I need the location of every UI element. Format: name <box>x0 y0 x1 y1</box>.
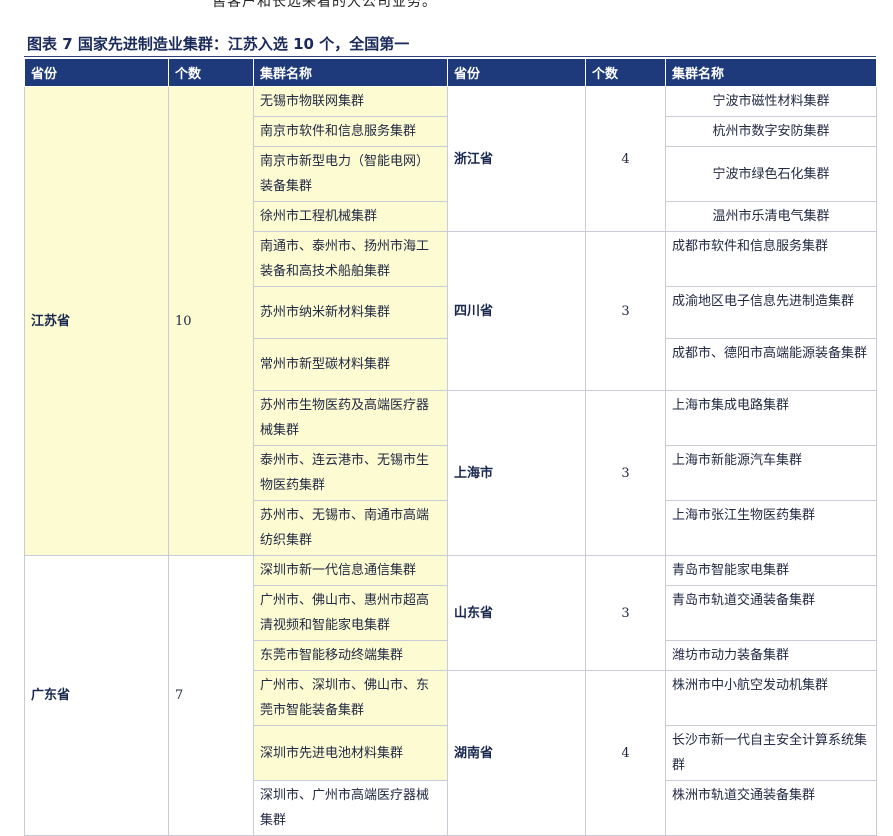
cluster-cell: 宁波市绿色石化集群 <box>665 146 877 202</box>
province-cell: 广东省 <box>24 555 169 836</box>
cluster-cell: 上海市张江生物医药集群 <box>665 500 877 556</box>
cluster-cell: 广州市、深圳市、佛山市、东莞市智能装备集群 <box>253 670 448 726</box>
cluster-cell: 苏州市生物医药及高端医疗器械集群 <box>253 390 448 446</box>
header-cluster-name: 集群名称 <box>665 58 877 87</box>
cluster-cell: 徐州市工程机械集群 <box>253 201 448 232</box>
cluster-cell: 深圳市新一代信息通信集群 <box>253 555 448 586</box>
header-province: 省份 <box>447 58 586 87</box>
count-cell: 7 <box>168 555 254 836</box>
cluster-cell: 苏州市、无锡市、南通市高端纺织集群 <box>253 500 448 556</box>
header-cluster-name: 集群名称 <box>253 58 448 87</box>
count-cell: 3 <box>585 555 666 671</box>
header-count: 个数 <box>585 58 666 87</box>
province-cell: 江苏省 <box>24 86 169 556</box>
cluster-cell: 深圳市先进电池材料集群 <box>253 725 448 781</box>
province-cell: 山东省 <box>447 555 586 671</box>
province-cell: 湖南省 <box>447 670 586 836</box>
header-province: 省份 <box>24 58 169 87</box>
cluster-cell: 东莞市智能移动终端集群 <box>253 640 448 671</box>
count-cell: 10 <box>168 86 254 556</box>
cluster-cell: 青岛市轨道交通装备集群 <box>665 585 877 641</box>
cluster-cell: 深圳市、广州市高端医疗器械集群 <box>253 780 448 836</box>
cluster-cell: 上海市集成电路集群 <box>665 390 877 446</box>
cluster-cell: 南京市软件和信息服务集群 <box>253 116 448 147</box>
table-row: 江苏省 10 无锡市物联网集群 浙江省 4 宁波市磁性材料集群 <box>24 86 877 556</box>
cluster-cell: 株洲市中小航空发动机集群 <box>665 670 877 726</box>
cluster-cell: 南通市、泰州市、扬州市海工装备和高技术船舶集群 <box>253 231 448 287</box>
count-cell: 4 <box>585 670 666 836</box>
cluster-cell: 南京市新型电力（智能电网）装备集群 <box>253 146 448 202</box>
count-cell: 3 <box>585 231 666 391</box>
cluster-cell: 苏州市纳米新材料集群 <box>253 286 448 339</box>
clusters-table: 省份 个数 集群名称 省份 个数 集群名称 江苏省 10 无锡市物联网集群 浙江… <box>24 58 877 836</box>
cluster-cell: 上海市新能源汽车集群 <box>665 445 877 501</box>
cluster-cell: 青岛市智能家电集群 <box>665 555 877 586</box>
province-cell: 浙江省 <box>447 86 586 232</box>
cluster-cell: 常州市新型碳材料集群 <box>253 338 448 391</box>
cluster-cell: 长沙市新一代自主安全计算系统集群 <box>665 725 877 781</box>
caption-rule <box>24 56 876 57</box>
cluster-cell: 成都市软件和信息服务集群 <box>665 231 877 287</box>
count-cell: 3 <box>585 390 666 556</box>
cluster-cell: 潍坊市动力装备集群 <box>665 640 877 671</box>
province-cell: 上海市 <box>447 390 586 556</box>
cluster-cell: 成都市、德阳市高端能源装备集群 <box>665 338 877 391</box>
cluster-cell: 广州市、佛山市、惠州市超高清视频和智能家电集群 <box>253 585 448 641</box>
cluster-cell: 杭州市数字安防集群 <box>665 116 877 147</box>
cluster-cell: 宁波市磁性材料集群 <box>665 86 877 117</box>
cluster-cell: 株洲市轨道交通装备集群 <box>665 780 877 836</box>
preceding-text: 售客户和长远来看的大公司业务。 <box>212 0 437 10</box>
cluster-cell: 成渝地区电子信息先进制造集群 <box>665 286 877 339</box>
table-header-row: 省份 个数 集群名称 省份 个数 集群名称 <box>24 58 877 87</box>
cluster-cell: 无锡市物联网集群 <box>253 86 448 117</box>
cluster-cell: 温州市乐清电气集群 <box>665 201 877 232</box>
count-cell: 4 <box>585 86 666 232</box>
header-count: 个数 <box>168 58 254 87</box>
table-row: 广东省 7 深圳市新一代信息通信集群 山东省 3 青岛市智能家电集群 <box>24 555 877 836</box>
province-cell: 四川省 <box>447 231 586 391</box>
table-caption: 图表 7 国家先进制造业集群：江苏入选 10 个，全国第一 <box>27 35 410 53</box>
cluster-cell: 泰州市、连云港市、无锡市生物医药集群 <box>253 445 448 501</box>
